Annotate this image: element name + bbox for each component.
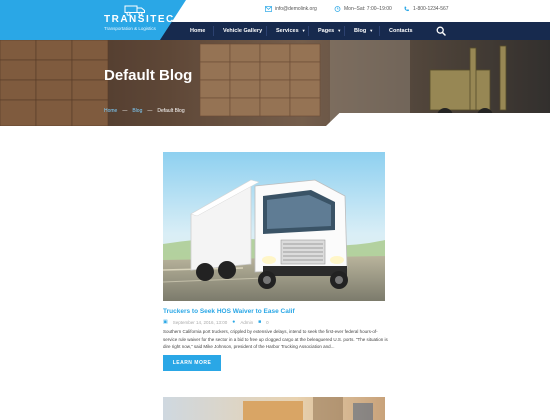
user-icon: ● — [232, 319, 236, 325]
clock-icon — [334, 6, 341, 12]
logo-tagline: Transportation & Logistics — [104, 26, 156, 31]
hero-corner-cut — [326, 113, 550, 126]
post-author[interactable]: Admin — [240, 320, 253, 325]
breadcrumb-current: Default Blog — [157, 108, 185, 114]
breadcrumb-separator: — — [122, 108, 128, 114]
nav-divider — [308, 26, 309, 36]
chevron-down-icon: ▼ — [369, 28, 374, 33]
breadcrumb-home-link[interactable]: Home — [104, 108, 117, 114]
envelope-icon — [265, 6, 272, 12]
nav-item-label: Blog — [354, 28, 367, 34]
contact-phone-text: 1-800-1234-567 — [413, 6, 449, 12]
contact-email-text: info@demolink.org — [275, 6, 317, 12]
nav-item-pages[interactable]: Pages ▼ — [318, 22, 341, 40]
contact-hours: Mon–Sat: 7:00–19:00 — [334, 6, 392, 12]
warehouse-worker-image — [243, 397, 373, 420]
search-icon[interactable] — [436, 26, 446, 36]
learn-more-button[interactable]: LEARN MORE — [163, 355, 221, 371]
post-meta: ▣ September 14, 2016, 13:00 ● Admin ■ 0 — [163, 319, 269, 325]
chevron-down-icon: ▼ — [337, 28, 342, 33]
calendar-icon: ▣ — [163, 319, 168, 325]
nav-divider — [379, 26, 380, 36]
logo-title: TRANSITEC — [104, 14, 175, 25]
nav-divider — [266, 26, 267, 36]
post-image-truck[interactable] — [163, 152, 385, 301]
contact-email[interactable]: info@demolink.org — [265, 6, 317, 12]
nav-item-label: Contacts — [389, 28, 413, 34]
nav-item-home[interactable]: Home — [190, 22, 205, 40]
post-comment-count[interactable]: 0 — [266, 320, 269, 325]
nav-item-label: Vehicle Gallery — [223, 28, 263, 34]
breadcrumb: Home — Blog — Default Blog — [104, 108, 185, 114]
truck-image — [163, 152, 385, 301]
nav-item-label: Home — [190, 28, 206, 34]
nav-item-contacts[interactable]: Contacts — [389, 22, 413, 40]
nav-item-label: Services — [276, 28, 299, 34]
nav-item-blog[interactable]: Blog ▼ — [354, 22, 373, 40]
breadcrumb-blog-link[interactable]: Blog — [132, 108, 142, 114]
next-post-image[interactable] — [163, 397, 385, 420]
nav-divider — [213, 26, 214, 36]
nav-item-vehicle-gallery[interactable]: Vehicle Gallery — [223, 22, 262, 40]
breadcrumb-separator: — — [147, 108, 153, 114]
post-title-link[interactable]: Truckers to Seek HOS Waiver to Ease Cali… — [163, 308, 295, 315]
logo[interactable]: TRANSITEC Transportation & Logistics — [0, 0, 186, 40]
post-excerpt: Southern California port truckers, cripp… — [163, 329, 388, 349]
nav-item-label: Pages — [318, 28, 335, 34]
page-title: Default Blog — [104, 67, 193, 84]
phone-icon — [404, 6, 409, 12]
post-date: September 14, 2016, 13:00 — [172, 319, 228, 325]
contact-phone[interactable]: 1-800-1234-567 — [403, 6, 449, 12]
comment-icon: ■ — [258, 319, 262, 325]
nav-item-services[interactable]: Services ▼ — [276, 22, 306, 40]
contact-hours-text: Mon–Sat: 7:00–19:00 — [344, 6, 392, 12]
chevron-down-icon: ▼ — [301, 28, 306, 33]
nav-divider — [344, 26, 345, 36]
